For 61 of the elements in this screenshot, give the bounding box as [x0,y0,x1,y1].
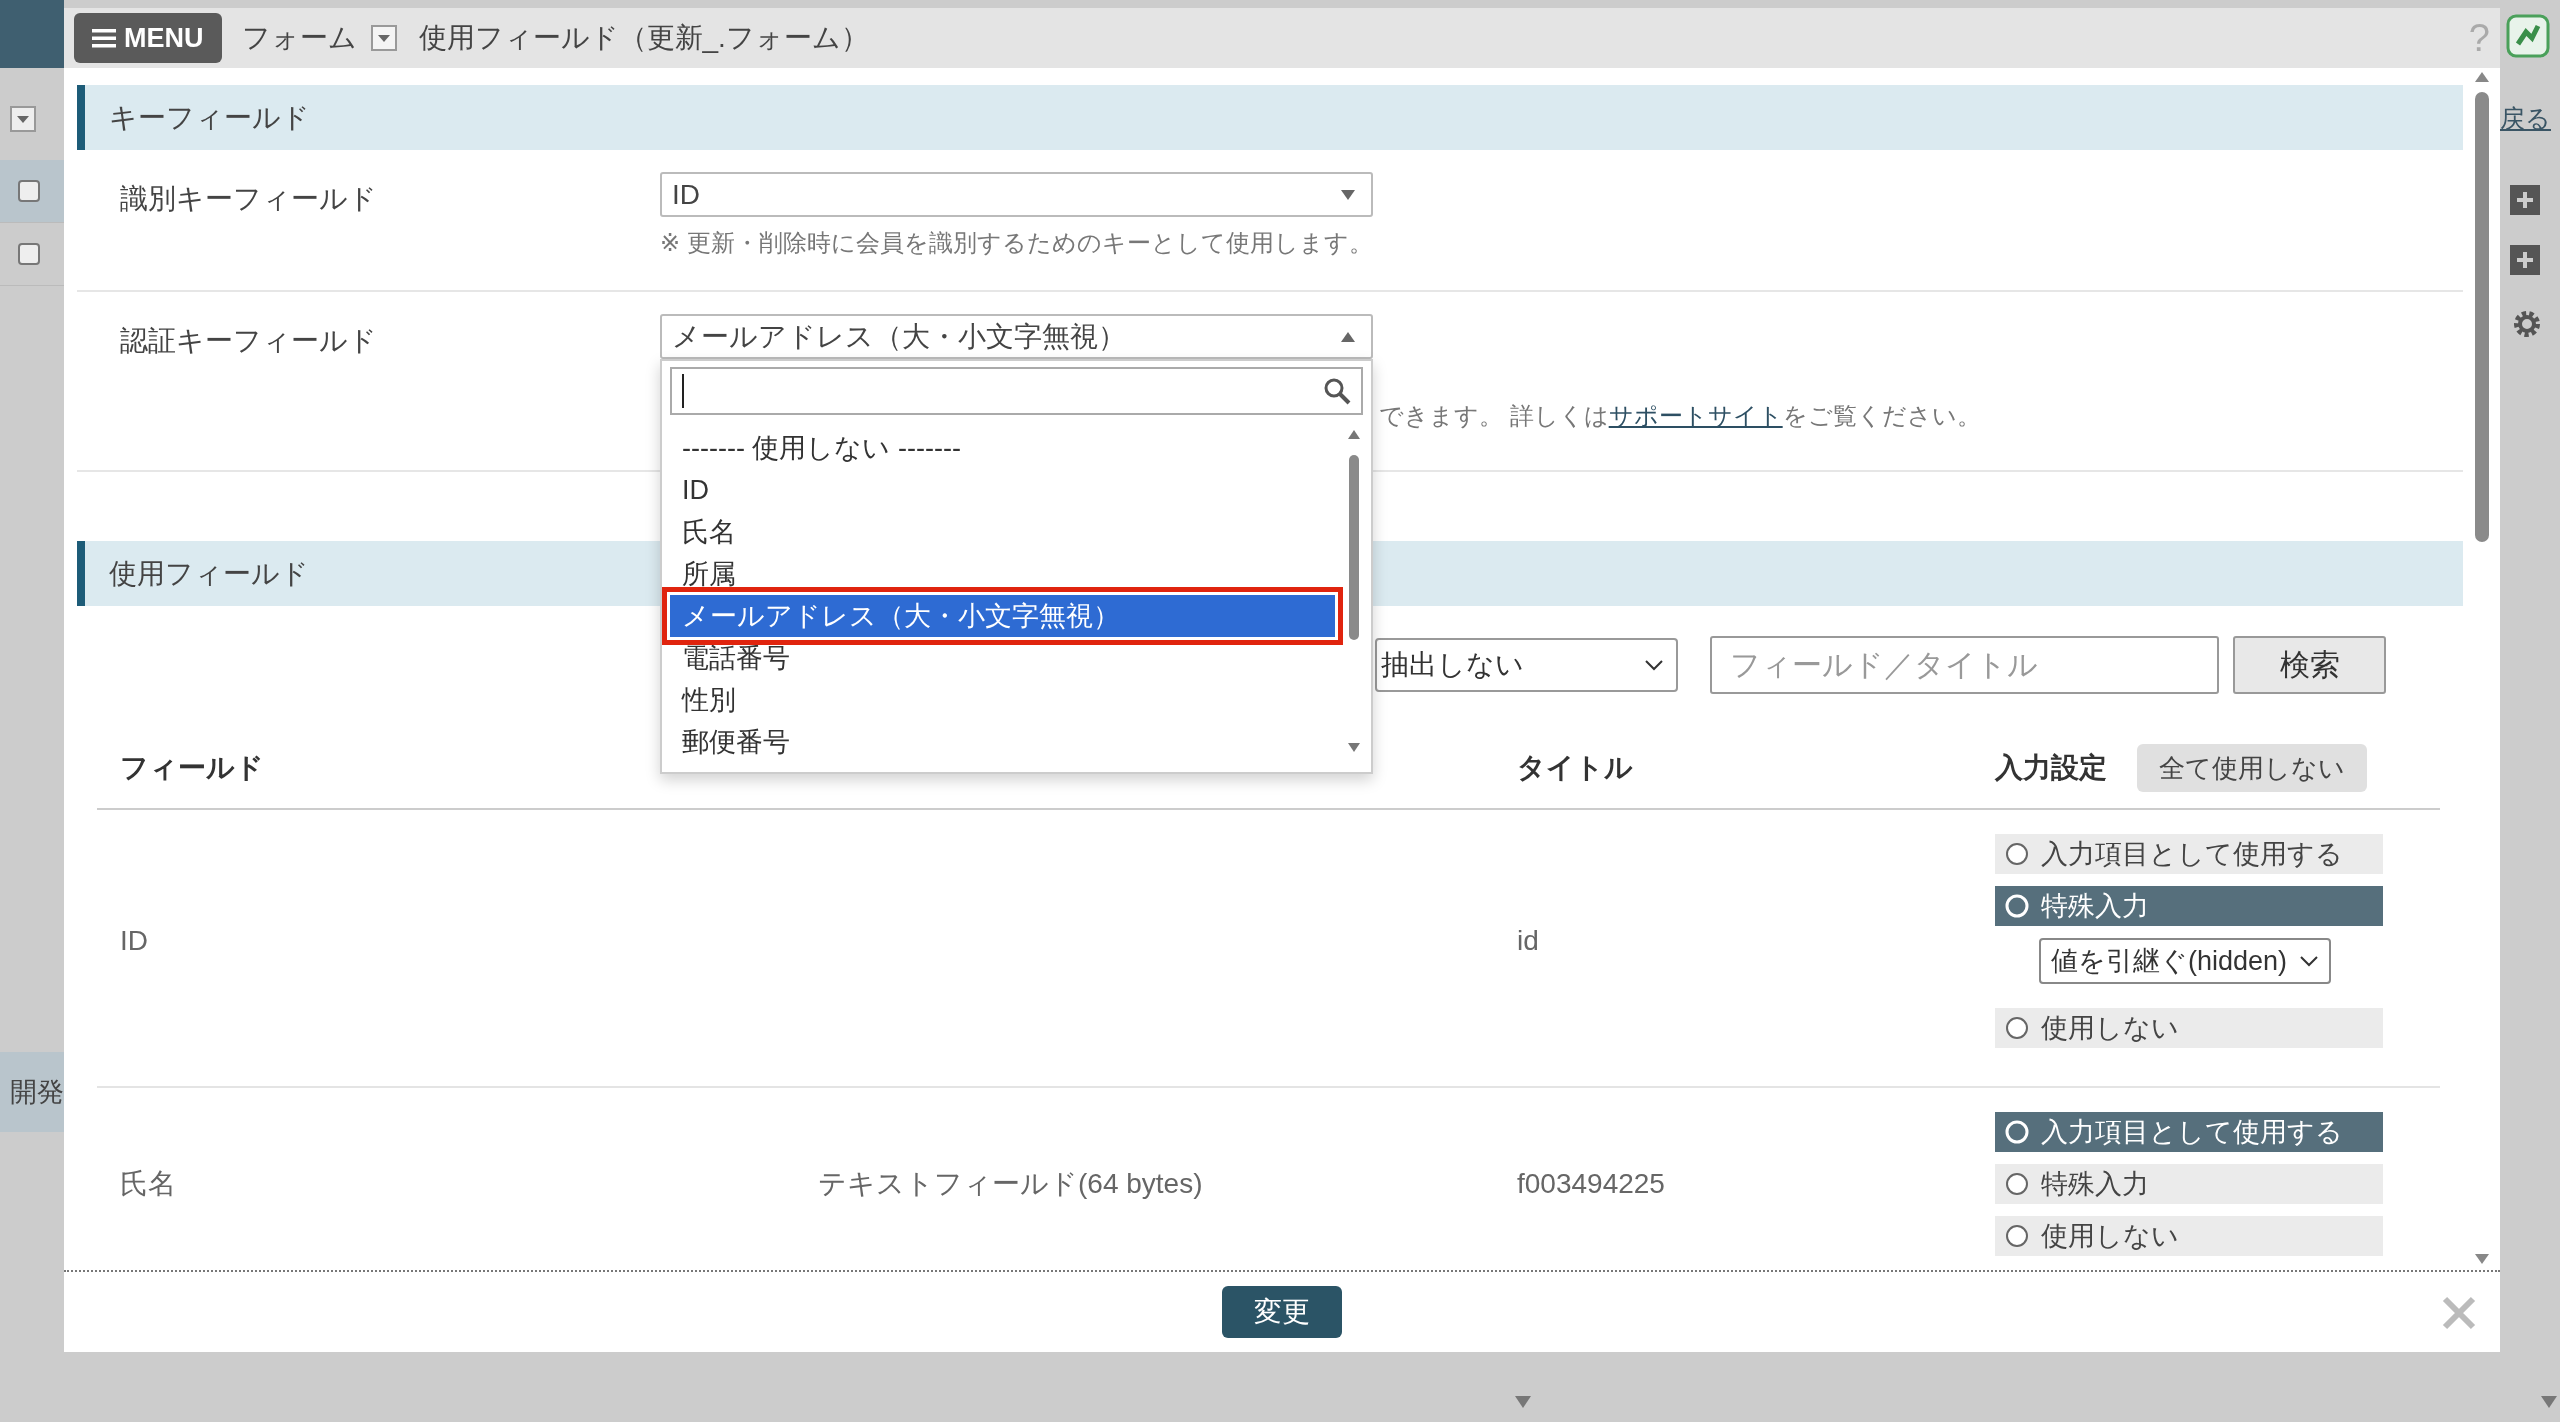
search-icon [1323,377,1351,405]
save-button[interactable]: 変更 [1222,1286,1342,1338]
window-title: 使用フィールド（更新_.フォーム） [418,21,870,55]
table-cell-text: f003494225 [1517,1168,1666,1200]
radio-option[interactable]: 入力項目として使用する [1995,1112,2383,1152]
search-button[interactable]: 検索 [2233,636,2386,694]
down-arrow-icon [1515,1396,1531,1408]
add-icon[interactable] [2510,245,2540,275]
dropdown-option[interactable]: 郵便番号 [670,721,1335,763]
dropdown-option[interactable]: 性別 [670,679,1335,721]
radio-button[interactable] [2005,1224,2029,1248]
select-field[interactable]: 値を引継ぐ(hidden) [2039,938,2331,984]
section-header: キーフィールド [77,85,2463,150]
dropdown-option[interactable]: 電話番号 [670,637,1335,679]
dropdown-option[interactable]: ID [670,469,1335,511]
up-arrow-icon [1341,331,1355,342]
hint-text: できます。 詳しくはサポートサイト をご覧ください。 [1379,401,1981,431]
column-header: フィールド [119,751,265,785]
radio-button[interactable] [2005,1016,2029,1040]
support-link[interactable]: サポートサイト [1608,402,1783,429]
radio-option[interactable]: 特殊入力 [1995,1164,2383,1204]
add-icon[interactable] [2510,185,2540,215]
field-label: 認証キーフィールド [119,324,378,358]
back-link[interactable]: 戻る [2500,102,2551,135]
radio-button[interactable] [2005,1172,2029,1196]
dropdown-option[interactable]: ------- 使用しない ------- [670,427,1335,469]
field-label: 識別キーフィールド [119,182,378,216]
radio-option[interactable]: 特殊入力 [1995,886,2383,926]
hint-text: ※ 更新・削除時に会員を識別するためのキーとして使用します。 [660,228,1373,258]
select-field[interactable]: ID [660,172,1373,217]
checkbox[interactable] [18,243,40,265]
table-cell-text: id [1517,925,1540,957]
radio-option[interactable]: 使用しない [1995,1008,2383,1048]
table-cell: テキストフィールド(64 bytes) [818,1168,1203,1199]
table-cell-text: 氏名 [119,1167,177,1201]
checkbox[interactable] [18,180,40,202]
dropdown-search-field[interactable] [670,367,1363,415]
dropdown-option[interactable]: 所属 [670,553,1335,595]
down-arrow-icon [1341,189,1355,200]
search-field[interactable]: フィールド／タイトル [1710,636,2219,694]
select-field[interactable]: メールアドレス（大・小文字無視） [660,314,1373,359]
radio-option[interactable]: 入力項目として使用する [1995,834,2383,874]
chevron-down-icon [1644,659,1664,671]
radio-option[interactable]: 使用しない [1995,1216,2383,1256]
table-cell-text: ID [119,925,149,957]
dropdown-toggle-icon[interactable] [370,25,397,51]
radio-button[interactable] [2005,842,2029,866]
app-icon[interactable] [2506,14,2550,58]
filter-select[interactable]: 抽出しない [1375,638,1678,692]
menu-button[interactable]: MENU [74,13,222,63]
dropdown-toggle-icon[interactable] [10,106,36,132]
gear-icon[interactable] [2512,309,2542,339]
column-header: 入力設定 [1995,751,2107,785]
side-tab[interactable]: 開発 [0,1052,64,1132]
down-arrow-icon [2541,1396,2557,1408]
menu-icon [92,28,116,48]
column-header: タイトル [1517,751,1634,785]
disable-all-button[interactable]: 全て使用しない [2137,744,2367,792]
header-bar [0,0,64,68]
breadcrumb-link[interactable]: フォーム [241,19,357,57]
chevron-down-icon [2299,955,2319,967]
